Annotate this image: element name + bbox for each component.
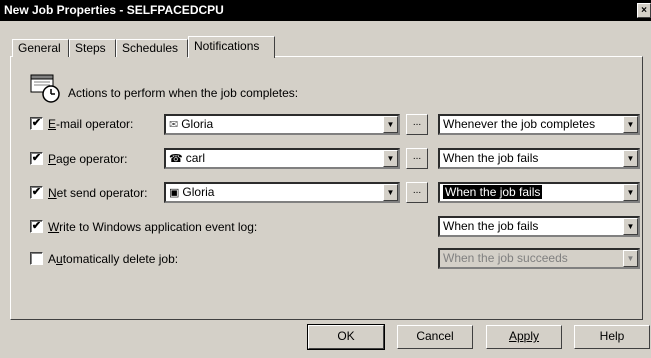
cancel-button[interactable]: Cancel [397, 325, 473, 349]
event-log-checkbox[interactable]: ✔ [30, 220, 43, 233]
chevron-down-icon[interactable]: ▼ [383, 184, 398, 201]
title-bar: New Job Properties - SELFPACEDCPU × [0, 0, 651, 21]
event-log-label: Write to Windows application event log: [48, 220, 258, 234]
chevron-down-icon[interactable]: ▼ [383, 116, 398, 133]
dialog-window: New Job Properties - SELFPACEDCPU × Gene… [0, 0, 651, 358]
email-when-select[interactable]: Whenever the job completes ▼ [438, 114, 640, 135]
auto-delete-label: Automatically delete job: [48, 252, 179, 266]
computer-icon: ▣ [169, 187, 180, 199]
tab-notifications[interactable]: Notifications [188, 36, 275, 58]
net-send-operator-label: Net send operator: [48, 186, 148, 200]
calendar-clock-icon [30, 74, 60, 103]
chevron-down-icon[interactable]: ▼ [623, 116, 638, 133]
chevron-down-icon[interactable]: ▼ [623, 150, 638, 167]
close-icon[interactable]: × [637, 3, 651, 18]
auto-delete-checkbox[interactable] [30, 252, 43, 265]
page-operator-label: Page operator: [48, 152, 128, 166]
page-operator-browse-button[interactable]: ... [406, 148, 428, 169]
apply-button[interactable]: Apply [486, 325, 562, 349]
page-operator-select[interactable]: ☎ carl ▼ [164, 148, 400, 169]
tab-steps[interactable]: Steps [69, 39, 116, 57]
header-text: Actions to perform when the job complete… [68, 86, 299, 100]
email-operator-browse-button[interactable]: ... [406, 114, 428, 135]
chevron-down-icon[interactable]: ▼ [623, 218, 638, 235]
net-send-operator-checkbox[interactable]: ✔ [30, 186, 43, 199]
page-operator-checkbox[interactable]: ✔ [30, 152, 43, 165]
window-title: New Job Properties - SELFPACEDCPU [4, 3, 224, 17]
net-send-when-select[interactable]: When the job fails ▼ [438, 182, 640, 203]
email-operator-checkbox[interactable]: ✔ [30, 117, 43, 130]
tab-general[interactable]: General [12, 39, 69, 57]
email-operator-label: E-mail operator: [48, 117, 134, 131]
ok-button[interactable]: OK [307, 324, 385, 350]
event-log-when-select[interactable]: When the job fails ▼ [438, 216, 640, 237]
net-send-operator-browse-button[interactable]: ... [406, 182, 428, 203]
envelope-icon: ✉ [169, 119, 179, 131]
page-when-select[interactable]: When the job fails ▼ [438, 148, 640, 169]
email-operator-select[interactable]: ✉ Gloria ▼ [164, 114, 400, 135]
chevron-down-icon[interactable]: ▼ [383, 150, 398, 167]
chevron-down-icon[interactable]: ▼ [623, 184, 638, 201]
chevron-down-icon: ▼ [623, 250, 638, 267]
auto-delete-when-select: When the job succeeds ▼ [438, 248, 640, 269]
phone-icon: ☎ [169, 153, 183, 165]
tab-schedules[interactable]: Schedules [116, 39, 188, 57]
help-button[interactable]: Help [574, 325, 650, 349]
net-send-operator-select[interactable]: ▣ Gloria ▼ [164, 182, 400, 203]
